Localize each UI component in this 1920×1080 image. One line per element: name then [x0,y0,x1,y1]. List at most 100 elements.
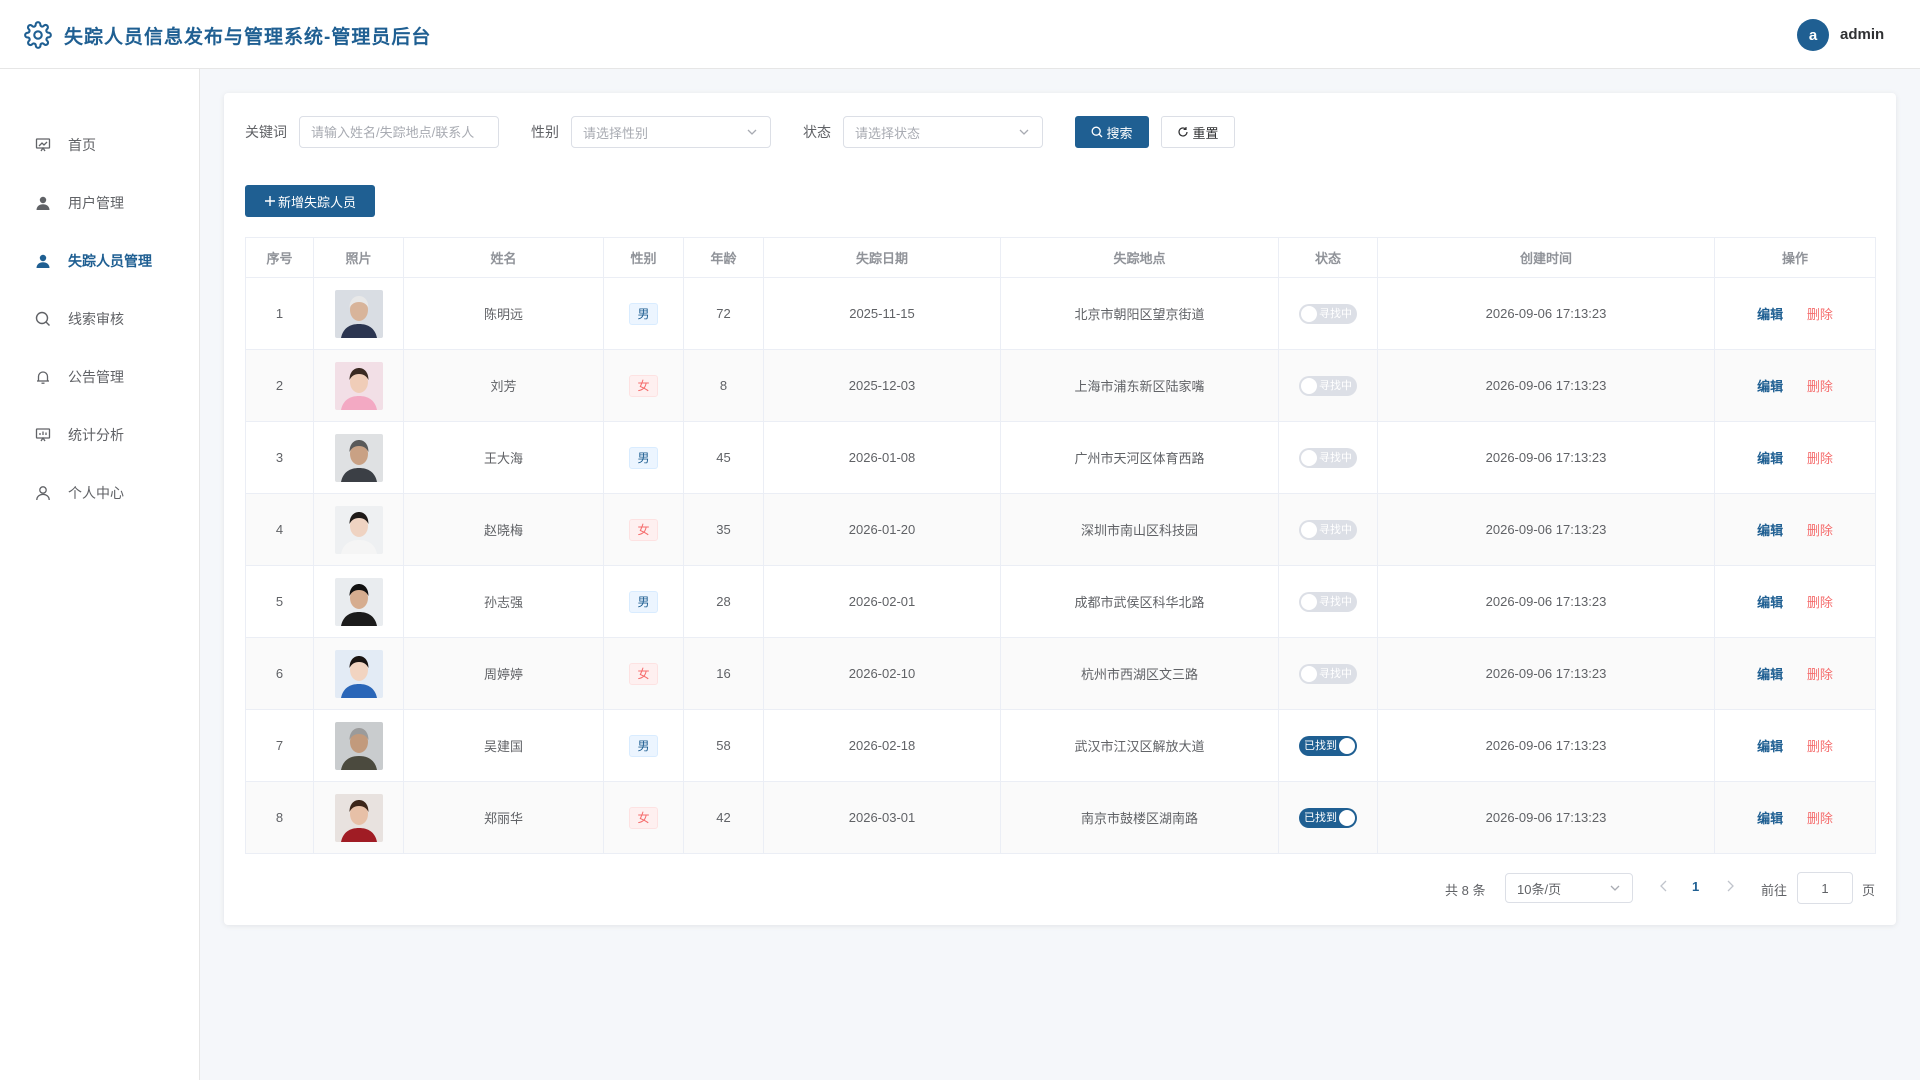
edit-button[interactable]: 编辑 [1757,379,1783,394]
pagination-total: 共 8 条 [1445,883,1486,898]
cell-no: 4 [245,493,314,566]
goto-label: 前往 [1761,883,1788,898]
cell-status: 寻找中 [1278,277,1378,350]
cell-status: 寻找中 [1278,421,1378,494]
bell-icon [34,368,52,386]
chevron-right-icon[interactable] [1724,879,1736,893]
edit-button[interactable]: 编辑 [1757,595,1783,610]
chevron-left-icon[interactable] [1658,879,1670,893]
sidebar-item-clues[interactable]: 线索审核 [0,290,199,348]
chevron-down-icon [747,129,757,135]
sidebar-item-statistics[interactable]: 统计分析 [0,406,199,464]
sidebar: 首页 用户管理 失踪人员管理 线索审核 公告管理 统计分析 个人中心 [0,69,200,1080]
delete-button[interactable]: 删除 [1807,523,1833,538]
status-toggle[interactable]: 已找到 [1299,735,1357,756]
cell-photo [313,277,404,350]
reset-button[interactable]: 重置 [1161,116,1235,148]
cell-age: 35 [683,493,764,566]
sidebar-item-home[interactable]: 首页 [0,116,199,174]
sidebar-item-profile[interactable]: 个人中心 [0,464,199,522]
person-photo[interactable] [334,361,383,410]
status-toggle-text: 寻找中 [1319,595,1352,608]
status-toggle[interactable]: 寻找中 [1299,375,1357,396]
cell-name: 赵晓梅 [403,493,604,566]
status-toggle-text: 已找到 [1304,811,1337,824]
person-photo[interactable] [334,433,383,482]
cell-created: 2026-09-06 17:13:23 [1377,781,1715,854]
status-toggle-text: 寻找中 [1319,667,1352,680]
gender-tag: 男 [629,734,658,757]
gender-tag: 男 [629,446,658,469]
cell-place: 杭州市西湖区文三路 [1000,637,1279,710]
edit-button[interactable]: 编辑 [1757,739,1783,754]
gender-tag: 女 [629,662,658,685]
status-toggle[interactable]: 寻找中 [1299,303,1357,324]
add-missing-person-button[interactable]: 新增失踪人员 [245,185,375,217]
chevron-down-icon [1019,129,1029,135]
page-size-select[interactable]: 10条/页 [1505,873,1633,903]
gear-icon [24,21,52,49]
search-icon [34,310,52,328]
cell-status: 寻找中 [1278,349,1378,422]
cell-actions: 编辑 删除 [1714,493,1876,566]
avatar[interactable]: a [1797,19,1829,51]
cell-gender: 男 [603,277,684,350]
delete-button[interactable]: 删除 [1807,379,1833,394]
gender-tag: 男 [629,590,658,613]
search-button[interactable]: 搜索 [1075,116,1149,148]
person-photo[interactable] [334,505,383,554]
sidebar-item-missing-persons[interactable]: 失踪人员管理 [0,232,199,290]
status-toggle[interactable]: 寻找中 [1299,447,1357,468]
person-photo[interactable] [334,793,383,842]
cell-no: 8 [245,781,314,854]
delete-button[interactable]: 删除 [1807,451,1833,466]
keyword-label: 关键词 [245,124,287,140]
gender-label: 性别 [531,124,559,140]
delete-button[interactable]: 删除 [1807,595,1833,610]
page-number-current[interactable]: 1 [1692,879,1699,894]
delete-button[interactable]: 删除 [1807,811,1833,826]
status-toggle-text: 寻找中 [1319,307,1352,320]
delete-button[interactable]: 删除 [1807,307,1833,322]
sidebar-item-announcements[interactable]: 公告管理 [0,348,199,406]
status-select[interactable]: 请选择状态 [843,116,1043,148]
chart-icon [34,426,52,444]
edit-button[interactable]: 编辑 [1757,451,1783,466]
cell-name: 陈明远 [403,277,604,350]
user-icon [34,252,52,270]
delete-button[interactable]: 删除 [1807,667,1833,682]
person-photo[interactable] [334,649,383,698]
username[interactable]: admin [1840,26,1884,43]
person-photo[interactable] [334,721,383,770]
cell-actions: 编辑 删除 [1714,277,1876,350]
column-header: 失踪地点 [1000,237,1279,278]
cell-place: 南京市鼓楼区湖南路 [1000,781,1279,854]
cell-created: 2026-09-06 17:13:23 [1377,709,1715,782]
delete-button[interactable]: 删除 [1807,739,1833,754]
cell-place: 深圳市南山区科技园 [1000,493,1279,566]
goto-page-input[interactable] [1797,872,1853,904]
cell-photo [313,421,404,494]
edit-button[interactable]: 编辑 [1757,811,1783,826]
person-photo[interactable] [334,577,383,626]
toggle-knob [1301,305,1317,322]
gender-tag: 女 [629,806,658,829]
status-toggle[interactable]: 寻找中 [1299,519,1357,540]
keyword-input[interactable] [299,116,499,148]
gender-select[interactable]: 请选择性别 [571,116,771,148]
person-photo[interactable] [334,289,383,338]
reset-button-label: 重置 [1192,125,1219,141]
status-toggle[interactable]: 寻找中 [1299,663,1357,684]
gender-select-placeholder: 请选择性别 [583,125,649,141]
status-toggle[interactable]: 已找到 [1299,807,1357,828]
edit-button[interactable]: 编辑 [1757,523,1783,538]
edit-button[interactable]: 编辑 [1757,667,1783,682]
cell-age: 72 [683,277,764,350]
edit-button[interactable]: 编辑 [1757,307,1783,322]
status-toggle[interactable]: 寻找中 [1299,591,1357,612]
sidebar-item-label: 首页 [68,137,96,153]
toggle-knob [1301,521,1317,538]
status-label: 状态 [803,124,831,140]
sidebar-item-users[interactable]: 用户管理 [0,174,199,232]
cell-gender: 男 [603,565,684,638]
